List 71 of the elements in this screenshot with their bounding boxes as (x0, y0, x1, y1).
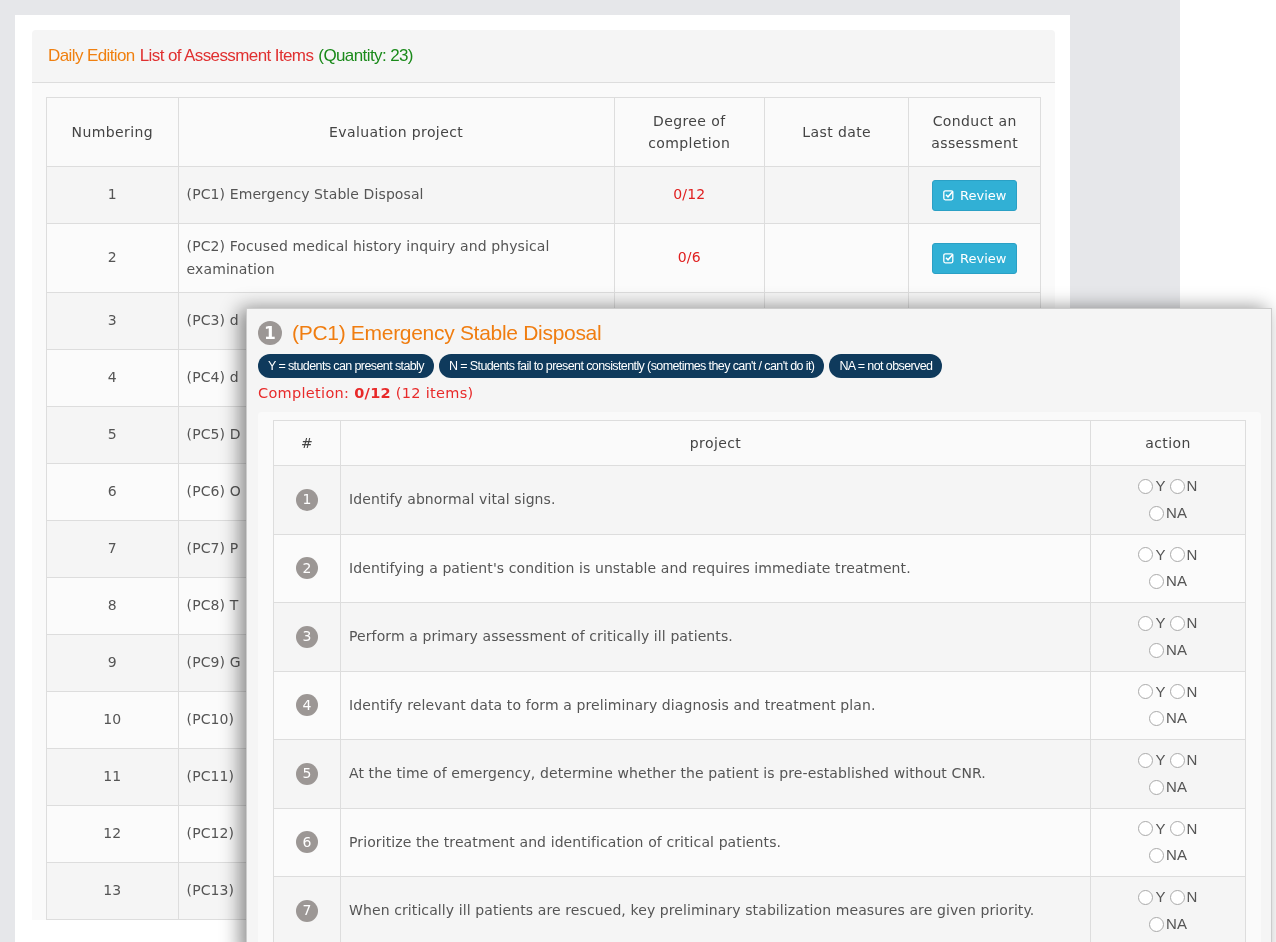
table-cell: 10 (46, 691, 179, 749)
check-square-icon (943, 252, 955, 264)
table-cell: 3 (46, 292, 179, 350)
column-header: Numbering (46, 97, 179, 167)
radio-option[interactable]: N (1167, 542, 1200, 568)
column-header: project (340, 420, 1091, 466)
radio-option[interactable]: NA (1146, 500, 1189, 526)
table-cell: 13 (46, 862, 179, 920)
table-cell: 8 (46, 577, 179, 635)
legend-badge: Y = students can present stably (258, 354, 434, 378)
column-header: Degree of completion (614, 97, 765, 167)
table-cell: 0/12 (614, 166, 765, 224)
table-cell: Prioritize the treatment and identification of critical patients. (340, 808, 1091, 877)
legend-badge: NA = not observed (829, 354, 943, 378)
table-cell: 0/6 (614, 223, 765, 293)
column-header: Conduct an assessment (908, 97, 1041, 167)
radio-option[interactable]: Y (1136, 474, 1168, 499)
panel-title: Daily Edition (48, 46, 135, 66)
number-badge: 6 (296, 831, 318, 854)
column-header: Last date (764, 97, 909, 167)
table-cell: (PC1) Emergency Stable Disposal (178, 166, 615, 224)
table-cell: 2 (46, 223, 179, 293)
radio-option[interactable]: N (1167, 816, 1200, 842)
table-cell: 7 (46, 520, 179, 578)
radio-option[interactable]: NA (1146, 637, 1189, 663)
completion-text: Completion: 0/12 (12 items) (258, 385, 475, 401)
table-cell: Identifying a patient's condition is unstable and requires immediate treatment. (340, 534, 1091, 603)
radio-option[interactable]: Y (1136, 816, 1168, 842)
radio-option[interactable]: Y (1136, 611, 1168, 636)
table-cell: At the time of emergency, determine whether the patient is pre-established without CNR. (340, 739, 1091, 808)
radio-option[interactable]: N (1167, 474, 1200, 499)
radio-option[interactable]: Y (1136, 748, 1168, 773)
table-cell: Identify relevant data to form a preliminary diagnosis and treatment plan. (340, 671, 1091, 740)
radio-option[interactable]: NA (1146, 569, 1189, 594)
column-header: Evaluation project (178, 97, 615, 167)
number-badge: 2 (296, 557, 318, 580)
table-cell: 11 (46, 748, 179, 806)
table-cell: (PC2) Focused medical history inquiry and physical examination (178, 223, 615, 293)
table-cell: 12 (46, 805, 179, 863)
column-header: # (273, 420, 341, 466)
radio-option[interactable]: N (1167, 748, 1200, 773)
table-cell: When critically ill patients are rescued, key preliminary stabilization measures are given priority. (340, 876, 1091, 942)
number-badge: 5 (296, 762, 318, 785)
table-cell: 6 (46, 463, 179, 521)
panel-title: (Quantity: 23) (318, 46, 413, 66)
table-cell: 4 (46, 349, 179, 407)
table-cell: Perform a primary assessment of critically ill patients. (340, 602, 1091, 671)
number-badge: 3 (296, 625, 318, 648)
radio-option[interactable]: NA (1146, 843, 1189, 868)
radio-option[interactable]: Y (1136, 542, 1168, 568)
radio-option[interactable]: NA (1146, 774, 1189, 800)
table-cell: 1 (46, 166, 179, 224)
check-square-icon (943, 189, 955, 201)
number-badge: 7 (296, 899, 318, 922)
number-badge: 4 (296, 694, 318, 717)
column-header: action (1090, 420, 1246, 466)
radio-option[interactable]: N (1167, 611, 1200, 636)
radio-option[interactable]: Y (1136, 885, 1168, 910)
number-badge: 1 (296, 488, 318, 511)
radio-option[interactable]: N (1167, 679, 1200, 705)
detail-title: (PC1) Emergency Stable Disposal (292, 321, 602, 345)
radio-option[interactable]: NA (1146, 911, 1189, 937)
radio-option[interactable]: NA (1146, 706, 1189, 731)
radio-option[interactable]: N (1167, 885, 1200, 910)
number-badge: 1 (258, 321, 282, 345)
table-cell: 5 (46, 406, 179, 464)
legend-badge: N = Students fail to present consistently (sometimes they can't / can't do it) (438, 354, 825, 378)
radio-option[interactable]: Y (1136, 679, 1168, 705)
table-cell: Identify abnormal vital signs. (340, 465, 1091, 534)
panel-title: List of Assessment Items (139, 46, 314, 66)
table-cell: 9 (46, 634, 179, 692)
